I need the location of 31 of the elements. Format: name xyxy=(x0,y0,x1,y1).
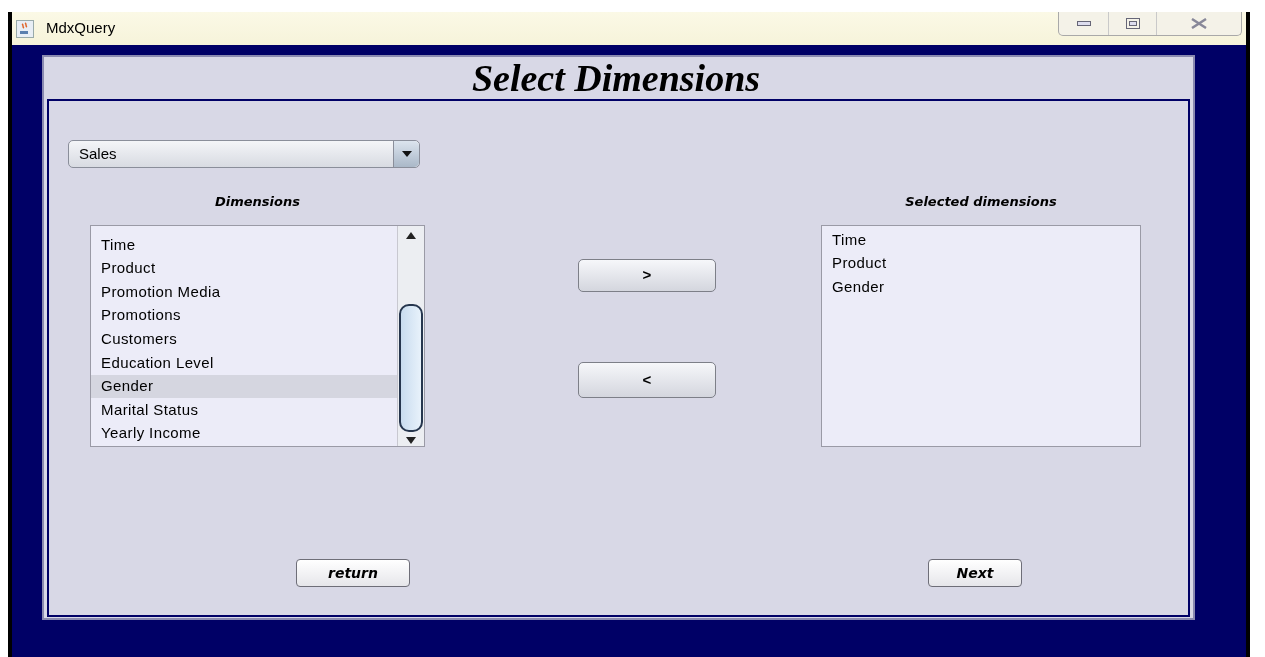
page-heading: Select Dimensions xyxy=(471,59,761,97)
return-button[interactable]: return xyxy=(296,559,410,587)
selected-dimensions-label: Selected dimensions xyxy=(905,193,1057,212)
next-button[interactable]: Next xyxy=(928,559,1022,587)
list-item[interactable]: Gender xyxy=(822,275,1140,299)
close-icon xyxy=(1190,18,1208,29)
list-item[interactable]: Product xyxy=(822,251,1140,276)
list-item[interactable]: Promotion Media xyxy=(91,280,397,304)
dimensions-label: Dimensions xyxy=(215,193,300,212)
scroll-up-icon xyxy=(406,232,416,239)
list-item[interactable]: Education Level xyxy=(91,350,397,375)
list-item[interactable]: Gender xyxy=(91,374,397,399)
list-item[interactable]: Time xyxy=(91,233,397,257)
remove-button[interactable]: < xyxy=(578,362,716,398)
list-item[interactable]: Time xyxy=(822,228,1140,252)
dimensions-list[interactable]: Time Product Promotion Media Promotions Customers Education Level Gender Marital Status Yearly Income xyxy=(90,225,425,447)
list-item[interactable]: Marital Status xyxy=(91,398,397,422)
list-item[interactable]: Yearly Income xyxy=(91,421,397,446)
window-title: MdxQuery xyxy=(46,18,116,39)
scroll-down-icon xyxy=(406,437,416,444)
add-button[interactable]: > xyxy=(578,259,716,292)
cube-dropdown[interactable]: Sales xyxy=(68,140,420,168)
list-item[interactable]: Customers xyxy=(91,327,397,351)
scrollbar[interactable] xyxy=(397,226,424,446)
list-item[interactable]: Product xyxy=(91,256,397,281)
minimize-icon xyxy=(1076,20,1091,27)
selected-dimensions-list[interactable]: Time Product Gender xyxy=(821,225,1141,447)
list-item[interactable]: Promotions xyxy=(91,303,397,328)
maximize-icon xyxy=(1125,18,1140,29)
dropdown-arrow-icon xyxy=(401,151,412,157)
scroll-thumb[interactable] xyxy=(399,304,423,432)
